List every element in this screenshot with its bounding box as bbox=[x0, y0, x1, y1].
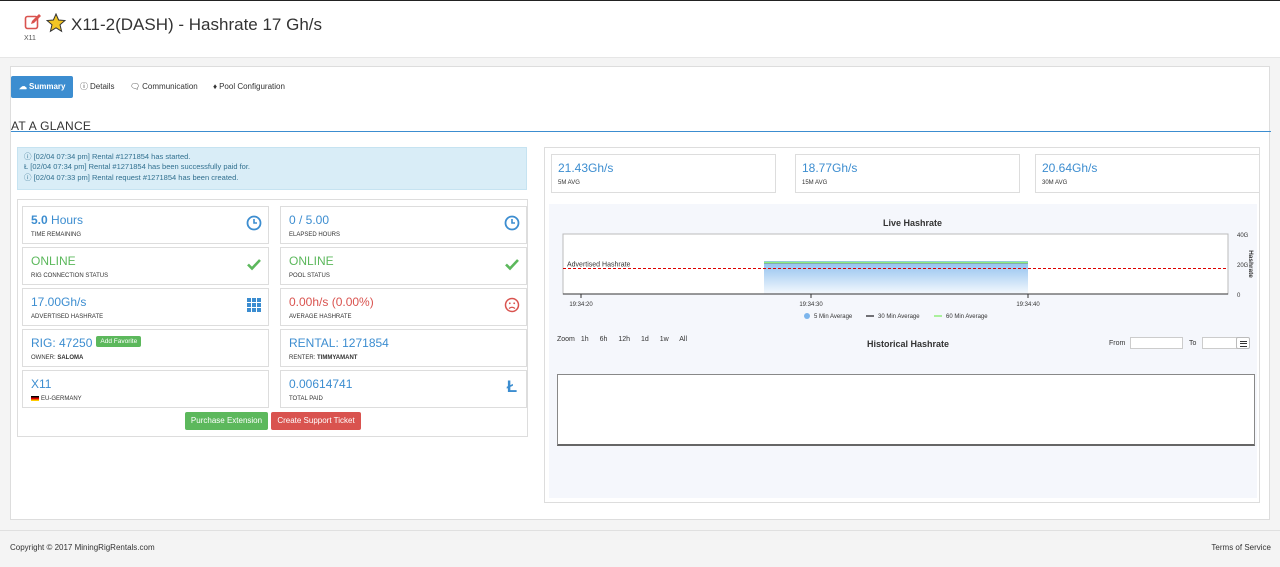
advertised-hashrate-label: Advertised Hashrate bbox=[567, 262, 631, 269]
clock-icon bbox=[246, 215, 262, 231]
y-tick-label: 40G bbox=[1237, 233, 1249, 239]
y-tick-label: 0 bbox=[1237, 293, 1241, 299]
terms-of-service-link[interactable]: Terms of Service bbox=[1211, 543, 1271, 552]
info-icon: ⓘ bbox=[24, 152, 34, 161]
avg-30m: 20.64Gh/s 30M AVG bbox=[1035, 154, 1260, 193]
legend-marker bbox=[804, 313, 810, 319]
area-5-min-average bbox=[764, 261, 1028, 294]
zoom-1d-button[interactable]: 1d bbox=[641, 336, 649, 343]
create-support-ticket-button[interactable]: Create Support Ticket bbox=[271, 412, 361, 430]
stat-time-remaining: 5.0 Hours TIME REMAINING bbox=[22, 206, 269, 244]
section-divider bbox=[11, 131, 1271, 132]
edit-icon[interactable] bbox=[24, 13, 42, 31]
stats-panel: 5.0 Hours TIME REMAINING 0 / 5.00 ELAPSE… bbox=[17, 199, 528, 437]
legend-label: 60 Min Average bbox=[946, 314, 988, 320]
zoom-1h-button[interactable]: 1h bbox=[581, 336, 589, 343]
x-tick-label: 19:34:40 bbox=[1016, 302, 1040, 308]
x-tick-label: 19:34:30 bbox=[799, 302, 823, 308]
chart-menu-icon[interactable] bbox=[1236, 337, 1250, 349]
zoom-1w-button[interactable]: 1w bbox=[660, 336, 669, 343]
historical-hashrate-chart[interactable] bbox=[557, 374, 1255, 446]
stat-rig-status: ONLINE RIG CONNECTION STATUS bbox=[22, 247, 269, 285]
alert-row: ⓘ [02/04 07:34 pm] Rental #1271854 has s… bbox=[24, 152, 191, 161]
zoom-all-button[interactable]: All bbox=[679, 336, 687, 343]
check-icon bbox=[247, 259, 261, 271]
legend-item-30-min-average[interactable]: 30 Min Average bbox=[866, 314, 920, 320]
legend-label: 5 Min Average bbox=[814, 314, 853, 320]
stat-pool-status: ONLINE POOL STATUS bbox=[280, 247, 527, 285]
alert-row: ⓘ [02/04 07:33 pm] Rental request #12718… bbox=[24, 172, 239, 182]
stat-average-hashrate: 0.00h/s (0.00%) AVERAGE HASHRATE bbox=[280, 288, 527, 326]
check-icon bbox=[505, 259, 519, 271]
star-icon[interactable] bbox=[46, 13, 66, 33]
litecoin-icon: Ł bbox=[506, 377, 518, 396]
info-icon: ⓘ bbox=[80, 82, 88, 91]
stat-algorithm: X11 EU-GERMANY bbox=[22, 370, 269, 408]
rental-alerts: ⓘ [02/04 07:34 pm] Rental #1271854 has s… bbox=[17, 147, 527, 190]
stat-elapsed-hours: 0 / 5.00 ELAPSED HOURS bbox=[280, 206, 527, 244]
tab-communication[interactable]: 🗨 Communication bbox=[130, 76, 198, 98]
legend-label: 30 Min Average bbox=[878, 314, 920, 320]
chat-icon: 🗨 bbox=[130, 82, 141, 91]
clock-icon bbox=[504, 215, 520, 231]
info-icon: ⓘ bbox=[24, 172, 34, 182]
stat-rental: RENTAL: 1271854 RENTER: TIMMYAMANT bbox=[280, 329, 527, 367]
main-panel: ☁ Summary ⓘ Details 🗨 Communication ♦ Pool C… bbox=[10, 66, 1271, 520]
grid-icon bbox=[247, 298, 261, 312]
page-title: X11-2(DASH) - Hashrate 17 Gh/s bbox=[71, 15, 322, 34]
page-header: X11-2(DASH) - Hashrate 17 Gh/s X11 bbox=[0, 0, 1280, 58]
avg-5m: 21.43Gh/s 5M AVG bbox=[551, 154, 776, 193]
alert-row: Ł [02/04 07:34 pm] Rental #1271854 has b… bbox=[24, 162, 250, 172]
x-tick-label: 19:34:20 bbox=[569, 302, 593, 308]
y-tick-label: 20G bbox=[1237, 263, 1249, 269]
tab-details[interactable]: ⓘ Details bbox=[80, 76, 114, 98]
zoom-6h-button[interactable]: 6h bbox=[600, 336, 608, 343]
germany-flag-icon bbox=[31, 396, 39, 401]
drop-icon: ♦ bbox=[213, 82, 218, 91]
live-hashrate-chart[interactable]: Advertised Hashrate 40G 20G 0 19:34:20 19:3… bbox=[549, 226, 1257, 350]
frown-icon bbox=[504, 297, 520, 313]
algo-subtitle: X11 bbox=[24, 35, 36, 42]
cloud-icon: ☁ bbox=[19, 82, 27, 91]
to-label: To bbox=[1189, 340, 1197, 347]
purchase-extension-button[interactable]: Purchase Extension bbox=[185, 412, 268, 430]
stat-rig: RIG: 47250 Add Favorite OWNER: SALOMA bbox=[22, 329, 269, 367]
copyright-text: Copyright © 2017 MiningRigRentals.com bbox=[10, 543, 155, 552]
from-date-input[interactable] bbox=[1130, 337, 1183, 349]
page-footer: Copyright © 2017 MiningRigRentals.com Te… bbox=[0, 530, 1280, 567]
add-favorite-button[interactable]: Add Favorite bbox=[96, 336, 142, 348]
stat-total-paid: 0.00614741 TOTAL PAID Ł bbox=[280, 370, 527, 408]
zoom-12h-button[interactable]: 12h bbox=[618, 336, 630, 343]
historical-hashrate-title: Historical Hashrate bbox=[867, 339, 950, 349]
stat-advertised-hashrate: 17.00Gh/s ADVERTISED HASHRATE bbox=[22, 288, 269, 326]
rig-id-link[interactable]: RIG: 47250 bbox=[31, 336, 92, 350]
from-label: From bbox=[1109, 340, 1126, 347]
chart-area: Live Hashrate Advertised Hashrate 40G 20G… bbox=[549, 204, 1257, 498]
hashrate-panel: 21.43Gh/s 5M AVG 18.77Gh/s 15M AVG 20.64… bbox=[544, 147, 1260, 503]
owner-name[interactable]: SALOMA bbox=[57, 355, 83, 361]
tab-summary[interactable]: ☁ Summary bbox=[11, 76, 74, 98]
zoom-controls: Zoom 1h 6h 12h 1d 1w All bbox=[557, 336, 688, 343]
renter-name: TIMMYAMANT bbox=[317, 355, 358, 361]
y-axis-label: Hashrate bbox=[1247, 250, 1254, 278]
avg-15m: 18.77Gh/s 15M AVG bbox=[795, 154, 1020, 193]
tab-pool-configuration[interactable]: ♦ Pool Configuration bbox=[213, 76, 285, 98]
legend-item-5-min-average[interactable]: 5 Min Average bbox=[804, 313, 853, 320]
legend-item-60-min-average[interactable]: 60 Min Average bbox=[934, 314, 988, 320]
